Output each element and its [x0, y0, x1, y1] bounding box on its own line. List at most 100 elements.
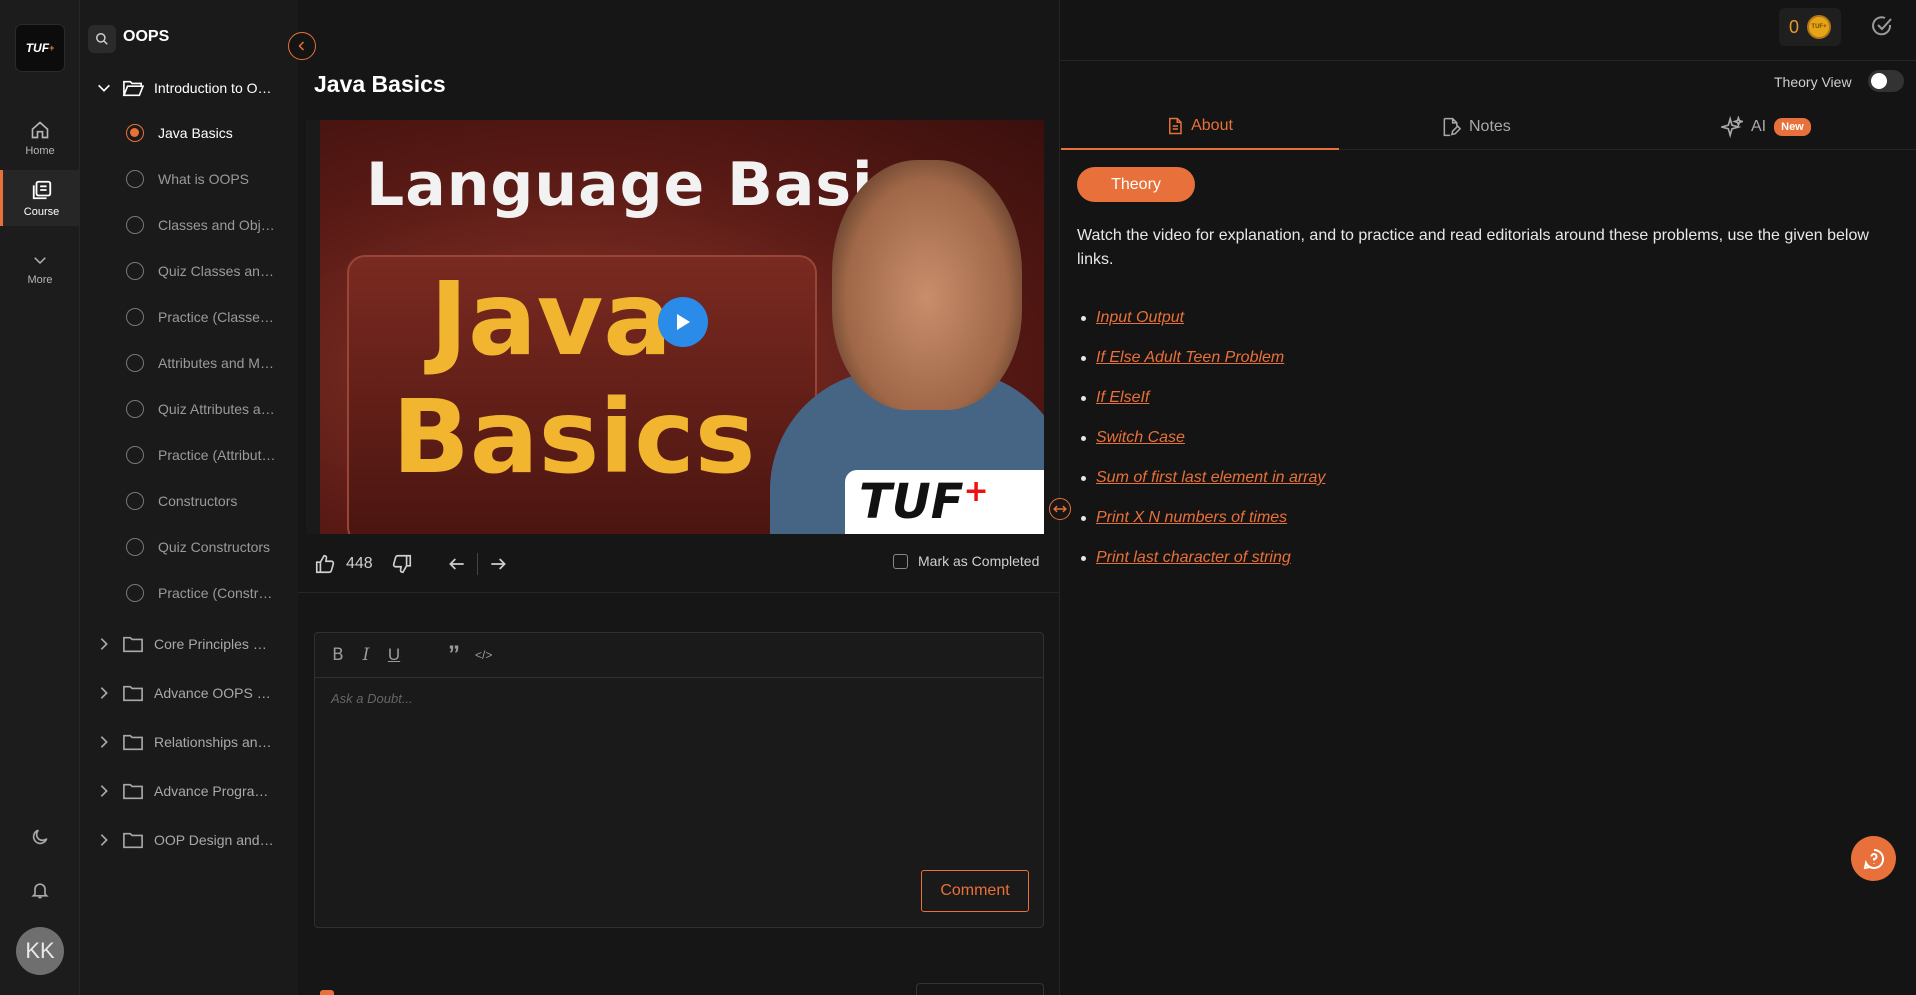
problem-link[interactable]: Print last character of string — [1096, 549, 1291, 567]
theory-pill[interactable]: Theory — [1077, 167, 1195, 202]
video-thumbnail: Language Basics Java Basics TUF + — [320, 120, 1044, 534]
lesson-item[interactable]: Java Basics — [126, 118, 294, 148]
problem-link[interactable]: Print X N numbers of times — [1096, 509, 1287, 527]
course-icon — [31, 179, 53, 201]
tab-about-label: About — [1191, 117, 1233, 134]
tab-ai[interactable]: AI New — [1721, 104, 1811, 150]
bold-button[interactable]: B — [331, 645, 345, 665]
panel-tabs: About Notes AI New — [1061, 104, 1916, 150]
section-item[interactable]: Advance OOPS features — [96, 678, 294, 708]
lesson-item[interactable]: Attributes and Methods — [126, 348, 294, 378]
quote-button[interactable]: ” — [447, 641, 461, 669]
tuf-badge: TUF + — [845, 470, 1044, 534]
radio-icon — [126, 308, 144, 326]
tab-notes[interactable]: Notes — [1441, 104, 1511, 150]
lesson-label: Practice (Classes and Objects) — [158, 309, 280, 325]
presenter-face — [832, 160, 1022, 410]
chevron-right-icon — [100, 736, 108, 748]
problem-link[interactable]: Input Output — [1096, 309, 1184, 327]
nav-more[interactable]: More — [0, 240, 80, 296]
page-title: Java Basics — [314, 71, 446, 97]
underline-button[interactable]: U — [387, 645, 401, 665]
problem-link[interactable]: Sum of first last element in array — [1096, 469, 1325, 487]
theory-view-toggle[interactable] — [1868, 70, 1904, 92]
section-introduction[interactable]: Introduction to OOPS — [96, 73, 294, 103]
folder-open-icon — [122, 80, 144, 97]
resize-handle[interactable] — [1049, 498, 1071, 520]
logo-plus: + — [49, 43, 55, 53]
search-input[interactable]: OOPS — [123, 28, 169, 46]
comment-button[interactable]: Comment — [921, 870, 1029, 912]
coin-balance[interactable]: 0 TUF+ — [1779, 8, 1841, 46]
lesson-item[interactable]: Practice (Attributes and Methods) — [126, 440, 294, 470]
arrow-right-icon[interactable] — [488, 554, 508, 574]
intro-text: Watch the video for explanation, and to … — [1077, 227, 1869, 268]
avatar[interactable]: KK — [16, 927, 64, 975]
document-icon — [1169, 117, 1182, 135]
dislike-icon[interactable] — [391, 553, 413, 575]
section-label: Advance OOPS features — [154, 685, 274, 701]
tab-about[interactable]: About — [1061, 104, 1339, 150]
nav-course[interactable]: Course — [0, 170, 80, 226]
section-label: Advance Programming — [154, 783, 274, 799]
problem-link[interactable]: If Else Adult Teen Problem — [1096, 349, 1284, 367]
new-badge: New — [1774, 118, 1811, 136]
lesson-label: Quiz Attributes and Methods — [158, 401, 280, 417]
doubt-input[interactable]: Ask a Doubt... — [331, 691, 413, 706]
section-item[interactable]: Advance Programming — [96, 776, 294, 806]
italic-button[interactable]: I — [359, 645, 373, 665]
problem-link[interactable]: If ElseIf — [1096, 389, 1149, 407]
video-player[interactable]: Language Basics Java Basics TUF + — [306, 120, 1044, 534]
section-item[interactable]: OOP Design and Principles — [96, 825, 294, 855]
folder-icon — [123, 734, 143, 751]
bullet — [1081, 435, 1086, 441]
bell-icon[interactable] — [27, 877, 53, 903]
bullet — [1081, 555, 1086, 561]
lesson-label: Practice (Attributes and Methods) — [158, 447, 280, 463]
radio-icon — [126, 400, 144, 418]
lesson-item[interactable]: Constructors — [126, 486, 294, 516]
badge-text: TUF — [859, 474, 964, 530]
lesson-label: Classes and Objects — [158, 217, 280, 233]
like-icon[interactable] — [314, 553, 336, 575]
folder-icon — [123, 636, 143, 653]
help-button[interactable] — [1851, 836, 1896, 881]
lesson-item[interactable]: What is OOPS — [126, 164, 294, 194]
section-item[interactable]: Core Principles of OOPS — [96, 629, 294, 659]
tuf-logo[interactable]: TUF + — [15, 24, 65, 72]
checkbox[interactable] — [893, 553, 908, 569]
mark-completed-checkbox[interactable]: Mark as Completed — [893, 553, 1039, 569]
bullet — [1081, 315, 1086, 321]
sort-dropdown-fragment[interactable] — [916, 983, 1044, 995]
play-button[interactable] — [658, 297, 708, 347]
check-icon[interactable] — [1870, 14, 1894, 38]
lesson-item[interactable]: Quiz Constructors — [126, 532, 294, 562]
lesson-label: Quiz Classes and Objects — [158, 263, 280, 279]
lesson-item[interactable]: Practice (Classes and Objects) — [126, 302, 294, 332]
radio-icon — [126, 492, 144, 510]
lesson-item[interactable]: Practice (Constructors) — [126, 578, 294, 608]
list-item: Switch Case — [1077, 418, 1325, 458]
search-icon[interactable] — [88, 25, 116, 53]
notes-icon — [1443, 117, 1461, 137]
nav-home[interactable]: Home — [0, 110, 80, 166]
chevron-right-icon — [100, 834, 108, 846]
coin-count: 0 — [1788, 16, 1799, 37]
moon-icon[interactable] — [27, 824, 53, 850]
lesson-item[interactable]: Quiz Attributes and Methods — [126, 394, 294, 424]
chevron-down-icon — [31, 251, 49, 269]
collapse-sidebar-button[interactable] — [288, 32, 316, 60]
arrow-left-icon[interactable] — [447, 554, 467, 574]
code-button[interactable]: </> — [475, 648, 492, 662]
lesson-label: Quiz Constructors — [158, 539, 271, 555]
chevron-right-icon — [100, 638, 108, 650]
lesson-item[interactable]: Quiz Classes and Objects — [126, 256, 294, 286]
section-item[interactable]: Relationships and Associations — [96, 727, 294, 757]
radio-icon — [126, 446, 144, 464]
comments-heading-fragment — [320, 990, 334, 995]
tab-notes-label: Notes — [1469, 118, 1511, 135]
problem-link[interactable]: Switch Case — [1096, 429, 1185, 447]
nav-course-label: Course — [23, 205, 60, 218]
list-item: Sum of first last element in array — [1077, 458, 1325, 498]
lesson-item[interactable]: Classes and Objects — [126, 210, 294, 240]
